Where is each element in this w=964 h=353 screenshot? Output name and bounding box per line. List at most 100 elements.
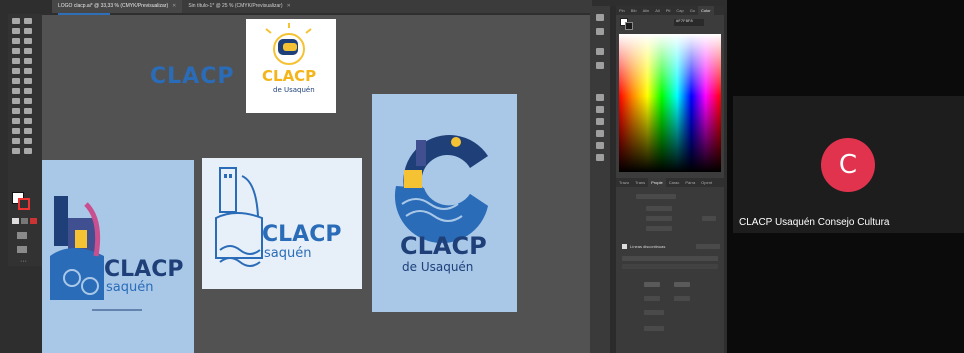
swatches-panel-icon[interactable] [596, 14, 604, 21]
pathfinder-panel-icon[interactable] [596, 142, 604, 149]
tab-label: LOGO clacp.ai* @ 33,33 % (CMYK/Previsual… [58, 3, 169, 9]
corner-style-buttons[interactable] [646, 216, 672, 221]
none-mode-icon[interactable] [30, 218, 37, 224]
card-logo-subtitle: de Usaquén [273, 86, 315, 94]
mesh-tool-icon[interactable] [12, 108, 20, 114]
tools-panel: ··· [8, 14, 42, 266]
document-tab-sin-titulo[interactable]: Sin título-1* @ 25 % (CMYK/Previsualizar… [182, 0, 296, 13]
blend-tool-icon[interactable] [24, 118, 32, 124]
zoom-tool-icon[interactable] [24, 148, 32, 154]
artboard-right[interactable]: CLACP de Usaquén [372, 94, 517, 312]
middle-logo-subtitle: saquén [264, 246, 312, 261]
panel-tab[interactable]: Opent [698, 178, 715, 187]
hand-tool-icon[interactable] [12, 148, 20, 154]
tab-label: Sin título-1* @ 25 % (CMYK/Previsualizar… [188, 3, 283, 9]
panel-tab[interactable]: Carac [666, 178, 683, 187]
paintbrush-tool-icon[interactable] [24, 58, 32, 64]
draw-mode-icon[interactable] [17, 232, 27, 239]
arrow-scale-end-field[interactable] [674, 296, 690, 301]
arrowhead-start-select[interactable] [644, 282, 660, 287]
more-tools-icon[interactable]: ··· [20, 258, 27, 265]
rotate-tool-icon[interactable] [12, 78, 20, 84]
symbols-panel-icon[interactable] [596, 48, 604, 55]
arrowhead-end-select[interactable] [674, 282, 690, 287]
close-icon[interactable]: ✕ [172, 3, 176, 9]
panel-tab[interactable]: Alin [640, 6, 653, 15]
tab-properties[interactable]: Propie [648, 178, 666, 187]
panel-tab[interactable]: Párra [682, 178, 698, 187]
shaper-tool-icon[interactable] [12, 68, 20, 74]
slice-tool-icon[interactable] [24, 138, 32, 144]
cap-style-buttons[interactable] [646, 206, 672, 211]
shape-builder-tool-icon[interactable] [12, 98, 20, 104]
panel-tab[interactable]: Gu [687, 6, 698, 15]
free-transform-tool-icon[interactable] [24, 88, 32, 94]
color-spectrum-picker[interactable] [619, 34, 721, 172]
c-logo-icon [394, 135, 488, 244]
tab-color[interactable]: Color [698, 6, 714, 15]
eyedropper-tool-icon[interactable] [12, 118, 20, 124]
color-panel: Pin Bib Alin Ali Pti Cap Gu Color #F7F8F… [616, 6, 724, 178]
paragraph-panel-icon[interactable] [596, 106, 604, 113]
participant-name: CLACP Usaquén Consejo Cultura [739, 217, 890, 228]
arrow-align-buttons[interactable] [644, 310, 664, 315]
participant-tile[interactable]: C CLACP Usaquén Consejo Cultura [733, 96, 964, 233]
properties-panel-tabs: Trazo Trans Propie Carac Párra Opent [616, 178, 724, 187]
curvature-tool-icon[interactable] [24, 38, 32, 44]
dashed-line-checkbox[interactable] [622, 244, 627, 249]
panel-tab[interactable]: Pin [616, 6, 628, 15]
rectangle-tool-icon[interactable] [12, 58, 20, 64]
scale-tool-icon[interactable] [24, 78, 32, 84]
lasso-tool-icon[interactable] [24, 28, 32, 34]
opentype-panel-icon[interactable] [596, 118, 604, 125]
panel-tab[interactable]: Trans [632, 178, 648, 187]
panel-tab[interactable]: Trazo [616, 178, 632, 187]
direct-selection-tool-icon[interactable] [24, 18, 32, 24]
panel-tab[interactable]: Cap [673, 6, 686, 15]
left-logo-subtitle: saquén [106, 280, 154, 295]
artboard-tool-icon[interactable] [12, 138, 20, 144]
brushes-panel-icon[interactable] [596, 28, 604, 35]
pen-tool-icon[interactable] [12, 38, 20, 44]
stroke-swatch[interactable] [18, 198, 30, 210]
dash-align-buttons[interactable] [696, 244, 720, 249]
panel-dock-icons [590, 6, 610, 353]
hex-color-field[interactable]: #F7F8F8 [674, 19, 704, 26]
graphic-styles-panel-icon[interactable] [596, 62, 604, 69]
close-icon[interactable]: ✕ [287, 3, 291, 9]
canvas[interactable]: CLACP CLACP de Usaquén CLACP saquén CLAC… [42, 15, 590, 353]
type-tool-icon[interactable] [12, 48, 20, 54]
artboard-left[interactable]: CLACP saquén [42, 160, 194, 353]
miter-limit-field[interactable] [702, 216, 716, 221]
color-mode-icon[interactable] [12, 218, 19, 224]
magic-wand-tool-icon[interactable] [12, 28, 20, 34]
document-tab-logo-clacp[interactable]: LOGO clacp.ai* @ 33,33 % (CMYK/Previsual… [52, 0, 183, 13]
left-logo-title: CLACP [104, 257, 184, 282]
wordmark-text[interactable]: CLACP [150, 64, 234, 89]
screen-mode-icon[interactable] [17, 246, 27, 253]
profile-select[interactable] [644, 326, 664, 331]
card-logo[interactable]: CLACP de Usaquén [246, 19, 336, 113]
arrow-scale-start-field[interactable] [644, 296, 660, 301]
symbol-sprayer-tool-icon[interactable] [12, 128, 20, 134]
perspective-grid-tool-icon[interactable] [24, 98, 32, 104]
column-graph-tool-icon[interactable] [24, 128, 32, 134]
gradient-mode-icon[interactable] [21, 218, 28, 224]
stroke-color-swatch[interactable] [625, 22, 633, 30]
panel-tab[interactable]: Bib [628, 6, 640, 15]
panel-tab[interactable]: Pti [663, 6, 674, 15]
align-stroke-buttons[interactable] [646, 226, 672, 231]
character-panel-icon[interactable] [596, 94, 604, 101]
panel-tab[interactable]: Ali [652, 6, 662, 15]
selection-tool-icon[interactable] [12, 18, 20, 24]
artboard-middle[interactable]: CLACP saquén [202, 158, 362, 289]
eraser-tool-icon[interactable] [24, 68, 32, 74]
dash-gap-fields[interactable] [622, 256, 718, 261]
align-panel-icon[interactable] [596, 130, 604, 137]
line-tool-icon[interactable] [24, 48, 32, 54]
transform-panel-icon[interactable] [596, 154, 604, 161]
dashed-line-section-title: Líneas discontinuas [630, 244, 666, 249]
width-tool-icon[interactable] [12, 88, 20, 94]
stroke-weight-field[interactable] [636, 194, 676, 199]
gradient-tool-icon[interactable] [24, 108, 32, 114]
